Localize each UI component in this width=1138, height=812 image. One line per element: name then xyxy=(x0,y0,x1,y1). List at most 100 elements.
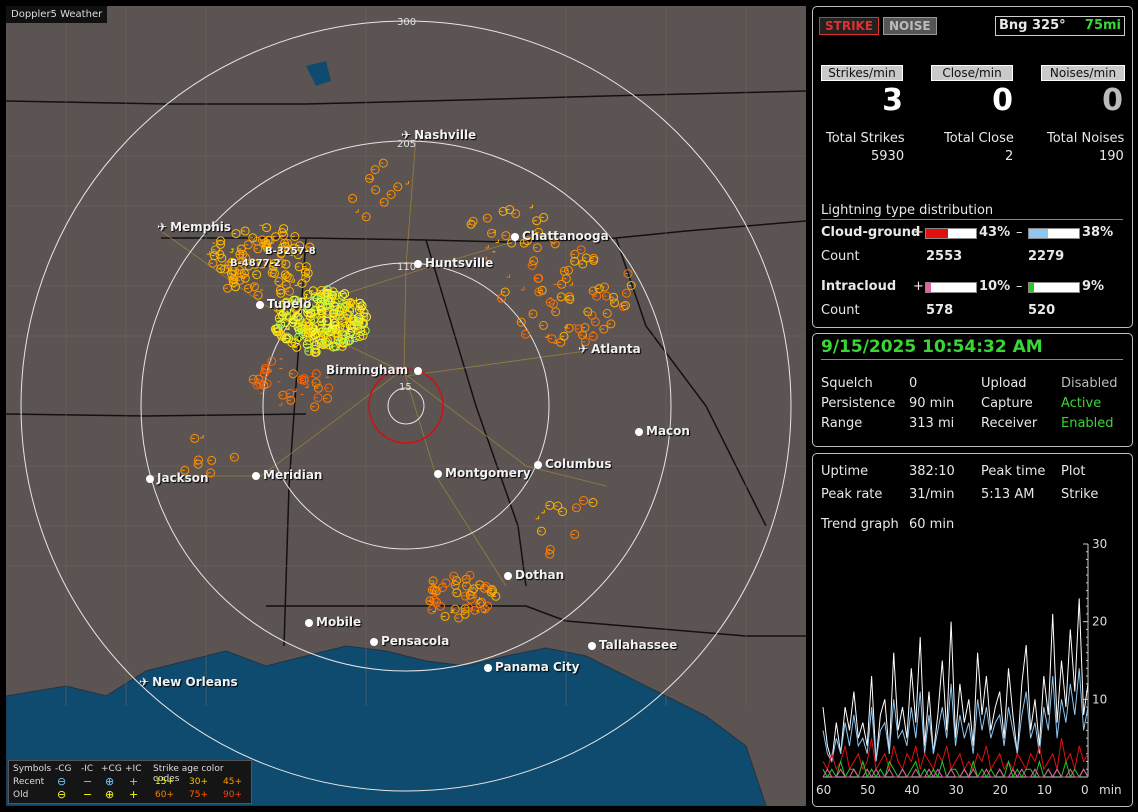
distribution-divider xyxy=(821,219,1123,220)
strike-mark xyxy=(521,286,525,291)
cg-positive-pct: 43% xyxy=(979,225,1011,240)
total-strikes-label: Total Strikes xyxy=(826,131,905,146)
storm-marker-label: B-3257-8 xyxy=(265,246,316,257)
cg-positive-bar xyxy=(925,228,977,239)
strike-mark xyxy=(545,334,549,338)
strike-mark xyxy=(569,282,573,286)
strike-mark xyxy=(278,402,283,406)
city-huntsville: Huntsville xyxy=(414,256,493,270)
cg-negative-count: 2279 xyxy=(1028,249,1065,264)
bearing-box: Bng 325° 75mi xyxy=(995,16,1125,36)
x-tick-label: 0 xyxy=(1081,783,1089,797)
legend: Symbols -CG -IC +CG +IC Strike age color… xyxy=(8,760,252,804)
close-range-ring xyxy=(368,368,444,444)
x-tick-label: 10 xyxy=(1037,783,1052,797)
city-columbus: Columbus xyxy=(534,457,612,471)
city-pensacola: Pensacola xyxy=(370,634,449,648)
strike-mark xyxy=(293,388,297,393)
y-tick-label: 10 xyxy=(1092,692,1107,706)
cg-plus-sign: + xyxy=(913,225,924,240)
city-dot-icon xyxy=(511,232,519,241)
app-title: Doppler5 Weather xyxy=(6,6,108,23)
strike-mark xyxy=(206,251,211,255)
city-mobile: Mobile xyxy=(305,615,361,629)
pos-cg-symbol-icon: ⊕ xyxy=(105,775,115,788)
city-chattanooga: Chattanooga xyxy=(511,229,609,243)
city-dot-icon xyxy=(252,471,260,480)
intracloud-label: Intracloud xyxy=(821,279,897,294)
city-nashville: ✈ Nashville xyxy=(401,128,477,142)
upload-value: Disabled xyxy=(1061,376,1118,391)
ic-plus-sign: + xyxy=(913,279,924,294)
city-dot-icon xyxy=(588,641,596,650)
cg-positive-count: 2553 xyxy=(926,249,963,264)
total-close-value: 2 xyxy=(1005,149,1014,164)
city-dot-icon xyxy=(370,637,378,646)
strike-mark xyxy=(476,597,480,601)
legend-col-pos-ic: +IC xyxy=(125,764,142,774)
squelch-value: 0 xyxy=(909,376,918,391)
receiver-value: Enabled xyxy=(1061,416,1114,431)
ic-count-label: Count xyxy=(821,303,860,318)
noise-button[interactable]: NOISE xyxy=(883,17,937,35)
strike-mark xyxy=(200,434,204,439)
ic-negative-bar xyxy=(1028,282,1080,293)
cg-negative-pct: 38% xyxy=(1082,225,1114,240)
city-new-orleans: ✈ New Orleans xyxy=(139,675,238,689)
city-dot-icon xyxy=(256,300,264,309)
total-noises-value: 190 xyxy=(1099,149,1124,164)
range-value: 313 mi xyxy=(909,416,955,431)
neg-cg-symbol-icon: ⊖ xyxy=(57,788,67,801)
city-tupelo: Tupelo xyxy=(256,297,312,311)
squelch-label: Squelch xyxy=(821,376,873,391)
strike-mark xyxy=(506,274,511,278)
city-dot-icon xyxy=(434,469,442,478)
city-dot-icon xyxy=(305,618,313,627)
x-tick-label: 40 xyxy=(904,783,919,797)
cg-minus-sign: – xyxy=(1016,225,1023,240)
x-tick-label: 60 xyxy=(816,783,831,797)
age-code-15: 15+ xyxy=(155,777,174,787)
radar-map[interactable]: Doppler5 Weather 300 205 110 15 ✈ Nashvil… xyxy=(6,6,806,806)
persistence-value: 90 min xyxy=(909,396,955,411)
age-code-60: 60+ xyxy=(155,790,174,800)
city-macon: Macon xyxy=(635,424,690,438)
bearing-range: 75mi xyxy=(1084,18,1121,33)
y-tick-label: 20 xyxy=(1092,615,1107,629)
ic-negative-pct: 9% xyxy=(1082,279,1105,294)
storm-marker-label: B-4877-2 xyxy=(230,258,281,269)
legend-col-neg-cg: -CG xyxy=(55,764,72,774)
city-dot-icon xyxy=(635,427,643,436)
map-canvas xyxy=(6,6,806,806)
airport-icon: ✈ xyxy=(139,675,150,689)
strike-mark xyxy=(485,245,489,249)
x-tick-label: 20 xyxy=(993,783,1008,797)
strike-mark xyxy=(369,176,373,180)
strike-button[interactable]: STRIKE xyxy=(819,17,880,35)
city-dot-icon xyxy=(146,474,154,483)
cloud-ground-label: Cloud-ground xyxy=(821,225,921,240)
age-code-30: 30+ xyxy=(189,777,208,787)
city-montgomery: Montgomery xyxy=(434,466,531,480)
airport-icon: ✈ xyxy=(401,128,412,142)
city-birmingham: Birmingham xyxy=(326,363,425,377)
trend-series-line xyxy=(822,598,1089,762)
neg-ic-symbol-icon: − xyxy=(83,775,93,788)
trend-series-line xyxy=(822,768,1089,779)
legend-recent-label: Recent xyxy=(13,777,45,787)
city-tallahassee: Tallahassee xyxy=(588,638,677,652)
total-close-label: Total Close xyxy=(944,131,1014,146)
city-dot-icon xyxy=(484,663,492,672)
datetime-divider xyxy=(821,359,1123,360)
legend-col-neg-ic: -IC xyxy=(81,764,94,774)
range-label: Range xyxy=(821,416,863,431)
lake xyxy=(306,61,331,86)
capture-value: Active xyxy=(1061,396,1102,411)
cg-count-label: Count xyxy=(821,249,860,264)
datetime: 9/15/2025 10:54:32 AM xyxy=(821,337,1043,357)
strike-mark xyxy=(482,609,487,613)
strike-mark xyxy=(294,282,299,286)
noises-per-min-value: 0 xyxy=(1102,83,1123,118)
city-meridian: Meridian xyxy=(252,468,322,482)
ring-label: 15 xyxy=(399,382,412,393)
